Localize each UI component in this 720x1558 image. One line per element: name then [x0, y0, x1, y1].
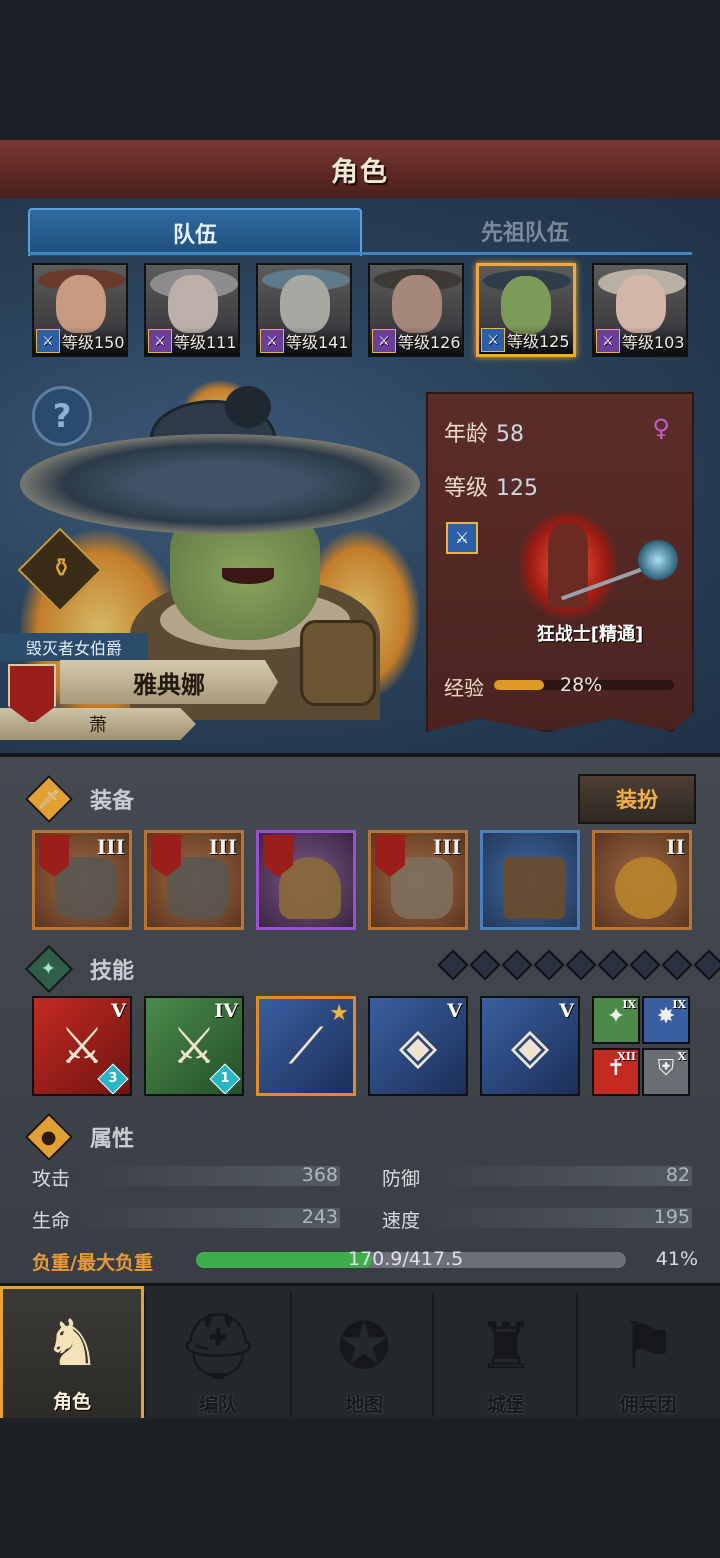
- skill-slot-2[interactable]: ⚔ IV 1: [144, 996, 244, 1096]
- attributes-label: 属性: [90, 1127, 135, 1152]
- class-icon: ⚔: [596, 329, 620, 353]
- equip-slot-4[interactable]: III: [368, 830, 468, 930]
- nav-castle[interactable]: ♜ 城堡: [434, 1286, 578, 1421]
- age-value: 58: [496, 422, 525, 447]
- dress-up-button[interactable]: 装扮: [578, 774, 696, 824]
- hp-value: 243: [301, 1206, 338, 1228]
- class-icon: ⚔: [481, 328, 505, 352]
- equipment-header: 🗡 装备: [24, 774, 135, 824]
- star-icon: ✦: [24, 944, 74, 994]
- roster-portrait[interactable]: ⚔ 等级141: [256, 263, 352, 357]
- class-icon: ⚔: [36, 329, 60, 353]
- helmet-icon: ⛑: [177, 1310, 259, 1384]
- skill-slot-1[interactable]: ⚔ V 3: [32, 996, 132, 1096]
- tab-underline: [28, 252, 692, 255]
- compass-icon: ✪: [337, 1310, 391, 1384]
- portrait-face: [616, 275, 666, 333]
- portrait-face: [56, 275, 106, 333]
- roster-level: 等级141: [286, 333, 349, 352]
- equipment-label: 装备: [90, 789, 135, 814]
- banner-icon: ⚑: [619, 1310, 677, 1384]
- speed-label: 速度: [382, 1210, 421, 1232]
- tab-ancestor-team[interactable]: 先祖队伍: [360, 208, 690, 254]
- passive-skill-2[interactable]: ✸ IX: [642, 996, 690, 1044]
- person-icon: ●: [24, 1112, 74, 1162]
- passive-skill-1[interactable]: ✦ IX: [592, 996, 640, 1044]
- speed-value: 195: [653, 1206, 690, 1228]
- attack-label: 攻击: [32, 1168, 71, 1190]
- character-subname: 萧: [89, 715, 107, 736]
- class-artwork: [498, 504, 684, 628]
- portrait-face: [280, 275, 330, 333]
- nav-formation[interactable]: ⛑ 编队: [146, 1286, 290, 1421]
- equip-slot-2[interactable]: III: [144, 830, 244, 930]
- defense-label: 防御: [382, 1168, 421, 1190]
- tab-team[interactable]: 队伍: [28, 208, 362, 256]
- page-title: 角色: [331, 156, 389, 188]
- roster-level: 等级126: [398, 333, 461, 352]
- roster-portrait-selected[interactable]: ⚔ 等级125: [476, 263, 576, 357]
- roster-level: 等级150: [62, 333, 125, 352]
- star-icon: ★: [329, 1001, 349, 1026]
- knight-icon: ♞: [43, 1307, 101, 1381]
- portrait-face: [392, 275, 442, 333]
- equip-slot-5[interactable]: [480, 830, 580, 930]
- roster-level: 等级125: [507, 332, 570, 351]
- equip-slot-1[interactable]: III: [32, 830, 132, 930]
- skill-slot-indicators: [437, 949, 720, 981]
- nav-character[interactable]: ♞ 角色: [0, 1286, 144, 1421]
- hp-label: 生命: [32, 1210, 71, 1232]
- bottom-empty-band: [0, 1418, 720, 1558]
- defense-value: 82: [665, 1164, 690, 1186]
- equip-slot-6[interactable]: II: [592, 830, 692, 930]
- portrait-face: [168, 275, 218, 333]
- character-name-plate[interactable]: 雅典娜: [60, 660, 278, 704]
- roster-portrait[interactable]: ⚔ 等级150: [32, 263, 128, 357]
- level-value: 125: [496, 476, 539, 501]
- skill-slot-4[interactable]: ◈ V: [368, 996, 468, 1096]
- character-name: 雅典娜: [133, 670, 205, 699]
- class-icon: ⚔: [260, 329, 284, 353]
- passive-skill-4[interactable]: ⛨ X: [642, 1048, 690, 1096]
- roster-portrait[interactable]: ⚔ 等级126: [368, 263, 464, 357]
- exp-label: 经验: [444, 676, 484, 700]
- passive-skill-3[interactable]: ✝ XII: [592, 1048, 640, 1096]
- attack-value: 368: [301, 1164, 338, 1186]
- nav-mercenary[interactable]: ⚑ 佣兵团: [576, 1286, 720, 1421]
- nav-map[interactable]: ✪ 地图: [292, 1286, 436, 1421]
- castle-icon: ♜: [477, 1310, 535, 1384]
- roster-portrait[interactable]: ⚔ 等级103: [592, 263, 688, 357]
- roster-level: 等级103: [622, 333, 685, 352]
- load-bar-fill: [196, 1252, 373, 1268]
- skill-slot-5[interactable]: ◈ V: [480, 996, 580, 1096]
- help-icon[interactable]: ?: [32, 386, 92, 446]
- female-icon: ♀: [652, 414, 670, 442]
- roster-strip: ⚔ 等级150 ⚔ 等级111 ⚔ 等级141 ⚔ 等级126 ⚔ 等级125 ⚔ 等级10…: [32, 263, 692, 359]
- bottom-nav: ♞ 角色 ⛑ 编队 ✪ 地图 ♜ 城堡 ⚑ 佣兵团: [0, 1283, 720, 1421]
- exp-bar-fill: [494, 680, 545, 690]
- skills-label: 技能: [90, 959, 135, 984]
- roster-portrait[interactable]: ⚔ 等级111: [144, 263, 240, 357]
- exp-percent: 28%: [560, 674, 603, 696]
- roster-level: 等级111: [174, 333, 237, 352]
- character-info-panel: 年龄 58 ♀ 等级 125 ⚔ 狂战士[精通] 经验 28%: [426, 392, 694, 732]
- top-empty-band: [0, 0, 720, 140]
- skill-slot-3[interactable]: ⟋ ★: [256, 996, 356, 1096]
- title-bar: 角色: [0, 140, 720, 201]
- load-percent: 41%: [655, 1248, 698, 1270]
- dagger-icon: 🗡: [24, 774, 74, 824]
- load-value: 170.9/417.5: [348, 1248, 464, 1270]
- skills-header: ✦ 技能: [24, 944, 135, 994]
- class-icon: ⚔: [372, 329, 396, 353]
- character-title: 毁灭者女伯爵: [0, 633, 148, 661]
- equip-slot-3[interactable]: [256, 830, 356, 930]
- level-label: 等级: [444, 476, 489, 501]
- class-name: 狂战士[精通]: [536, 624, 644, 645]
- attributes-header: ● 属性: [24, 1112, 135, 1162]
- age-label: 年龄: [444, 422, 489, 447]
- class-icon: ⚔: [148, 329, 172, 353]
- class-sword-icon: ⚔: [446, 522, 478, 554]
- load-label: 负重/最大负重: [32, 1252, 153, 1274]
